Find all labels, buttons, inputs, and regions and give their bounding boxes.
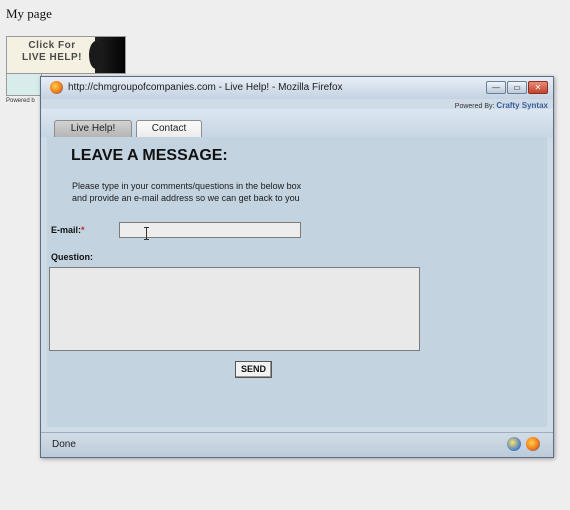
close-button[interactable]: ✕ [528,81,548,94]
window-controls: — ▭ ✕ [486,81,548,94]
question-textarea[interactable] [49,267,420,351]
question-label: Question: [51,252,93,262]
status-bar: Done [41,432,553,457]
form-instructions: Please type in your comments/questions i… [72,180,392,204]
contact-form: LEAVE A MESSAGE: Please type in your com… [47,137,547,427]
live-help-banner[interactable]: Click For LIVE HELP! [6,36,126,74]
status-text: Done [52,439,76,450]
banner-photo [89,37,125,73]
status-firefox-icon[interactable] [526,437,540,451]
window-titlebar[interactable]: http://chmgroupofcompanies.com - Live He… [41,77,553,99]
tab-bar: Live Help! Contact [41,109,553,137]
banner-text: Click For LIVE HELP! [9,40,95,64]
window-title: http://chmgroupofcompanies.com - Live He… [68,82,343,93]
powered-by-name[interactable]: Crafty Syntax [496,101,548,110]
instructions-line-1: Please type in your comments/questions i… [72,181,302,191]
email-label: E-mail:* [51,225,85,235]
email-label-text: E-mail: [51,225,82,235]
tab-contact[interactable]: Contact [136,120,202,137]
page-title: My page [6,6,52,21]
send-button[interactable]: SEND [235,361,272,378]
banner-line-2: LIVE HELP! [21,52,82,63]
tab-live-help[interactable]: Live Help! [54,120,132,137]
required-mark: * [81,225,85,235]
form-heading: LEAVE A MESSAGE: [71,147,228,164]
browser-window: http://chmgroupofcompanies.com - Live He… [40,76,554,458]
status-network-icon[interactable] [507,437,521,451]
banner-bottom-strip [6,74,42,96]
banner-line-1: Click For [28,40,76,51]
text-cursor-icon [144,227,150,240]
powered-by-prefix: Powered By: [454,103,495,110]
minimize-button[interactable]: — [486,81,506,94]
firefox-icon [50,81,63,94]
powered-by: Powered By: Crafty Syntax [455,101,548,110]
maximize-button[interactable]: ▭ [507,81,527,94]
powered-by-small: Powered b [6,98,35,104]
instructions-line-2: and provide an e-mail address so we can … [72,193,300,203]
